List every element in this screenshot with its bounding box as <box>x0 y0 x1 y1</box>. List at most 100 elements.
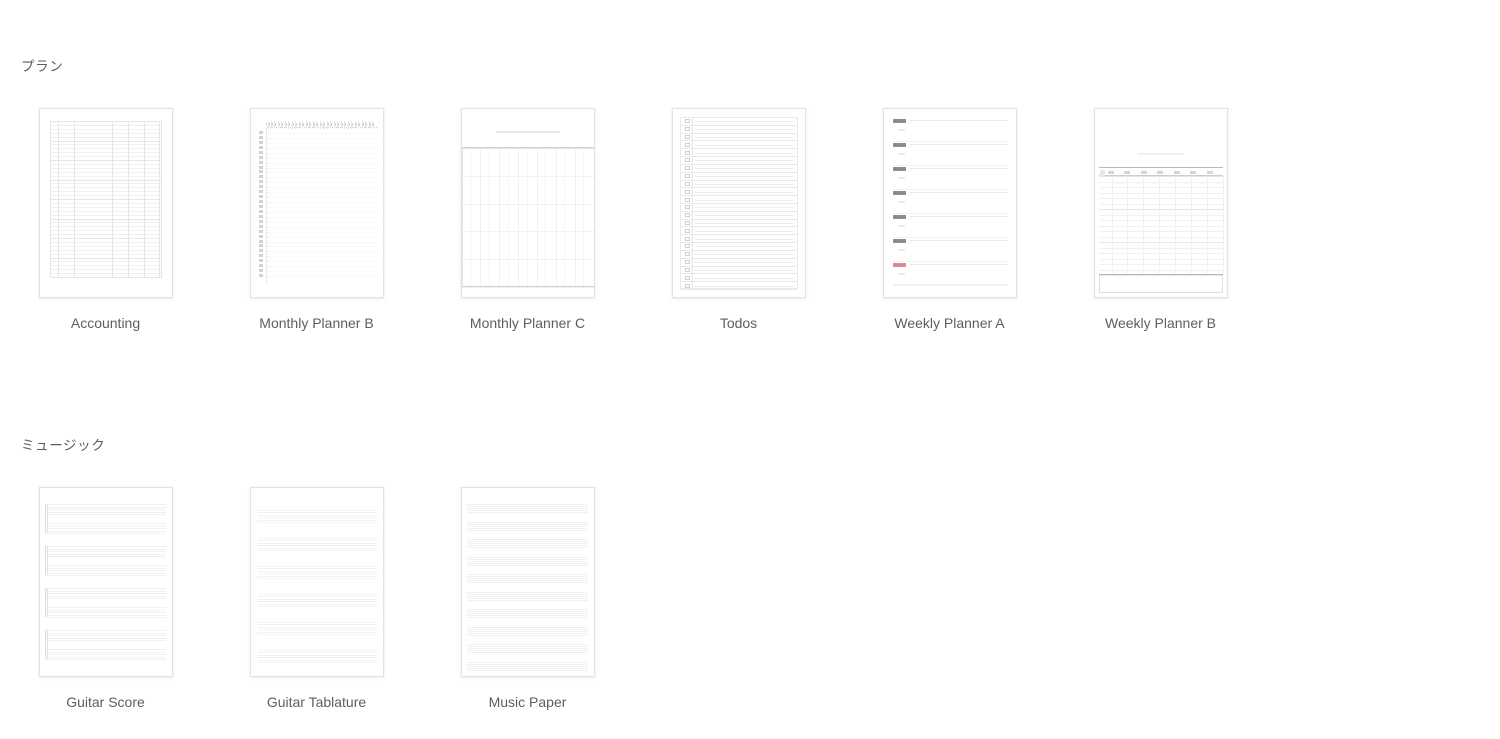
template-thumbnail-guitar-score[interactable] <box>38 487 173 677</box>
ledger-row-rule <box>49 183 162 185</box>
todo-write-line <box>694 262 793 264</box>
template-thumbnail-music-paper[interactable] <box>460 487 595 677</box>
stave-line <box>256 662 377 663</box>
todo-write-line <box>694 215 793 217</box>
stave-line <box>44 630 166 631</box>
template-tile-weekly-planner-b[interactable]: Weekly Planner B <box>1055 108 1266 332</box>
stave-line <box>256 603 377 605</box>
stave-line <box>466 591 588 593</box>
template-tile-music-paper[interactable]: Music Paper <box>422 487 633 711</box>
stave-line <box>256 626 377 628</box>
guitar-tablature-staves <box>256 496 377 668</box>
template-grid-music: Guitar Score Guitar Tablature Music Pape… <box>0 487 633 711</box>
stave-line <box>466 543 588 544</box>
stave-line <box>466 564 588 566</box>
template-label-monthly-planner-c: Monthly Planner C <box>469 315 586 331</box>
todo-write-line <box>694 191 793 193</box>
stave-line <box>466 504 588 505</box>
stave-line <box>256 606 377 607</box>
stave-line <box>466 527 588 529</box>
template-thumbnail-weekly-planner-b[interactable] <box>1093 108 1228 298</box>
template-tile-monthly-planner-c[interactable]: Monthly Planner C <box>422 108 633 332</box>
template-thumbnail-guitar-tablature[interactable] <box>249 487 384 677</box>
stave-line <box>256 517 377 519</box>
stave-line <box>256 522 377 523</box>
monthly-b-row-rule <box>266 157 377 159</box>
stave-line <box>466 506 588 507</box>
stave-line <box>44 635 166 637</box>
calendar-subcolumn-rule <box>469 148 471 287</box>
weekly-planner-b-preview <box>1095 109 1227 297</box>
ledger-row-rule <box>49 206 162 208</box>
stave-line <box>466 521 588 523</box>
todo-checkbox <box>684 275 690 280</box>
template-thumbnail-todos[interactable] <box>671 108 806 298</box>
template-tile-monthly-planner-b[interactable]: Monthly Planner B <box>211 108 422 332</box>
ledger-row-rule <box>49 199 162 200</box>
template-thumbnail-monthly-planner-b[interactable] <box>249 108 384 298</box>
todo-checkbox <box>684 260 690 265</box>
monthly-planner-c-preview <box>461 109 594 297</box>
monthly-b-date-divider <box>368 121 370 129</box>
monthly-b-date-divider <box>267 121 269 129</box>
template-thumbnail-accounting[interactable] <box>38 108 173 298</box>
score-stave-treble <box>44 588 166 600</box>
stave-line <box>44 598 166 600</box>
weekly-b-time-rule <box>1098 253 1223 254</box>
stave-line <box>466 547 588 548</box>
monthly-b-row-rule <box>266 147 377 149</box>
template-tile-accounting[interactable]: Accounting <box>0 108 211 332</box>
todo-checkbox <box>684 166 690 171</box>
monthly-b-row-tick <box>258 200 263 204</box>
stave-line <box>466 634 588 636</box>
music-stave <box>466 556 588 566</box>
ledger-column-rule <box>160 121 162 277</box>
todo-write-line <box>694 285 793 287</box>
monthly-b-date-divider <box>340 121 342 129</box>
todo-checkbox <box>684 213 690 218</box>
weekly-b-day-label <box>1173 171 1180 174</box>
stave-line <box>44 565 166 566</box>
todo-row <box>680 149 797 158</box>
template-thumbnail-weekly-planner-a[interactable] <box>882 108 1017 298</box>
stave-line <box>256 570 377 572</box>
stave-line <box>466 510 588 511</box>
template-thumbnail-monthly-planner-c[interactable] <box>460 108 595 298</box>
template-label-todos: Todos <box>719 315 758 331</box>
stave-line <box>44 556 166 558</box>
stave-line <box>466 661 588 663</box>
monthly-b-row-tick <box>258 239 263 243</box>
stave-line <box>466 574 588 575</box>
monthly-c-footer <box>461 286 594 297</box>
monthly-b-date-divider <box>326 121 328 129</box>
monthly-b-row-tick <box>258 214 263 218</box>
weekly-b-time-rule <box>1098 198 1223 199</box>
stave-line <box>44 617 166 619</box>
monthly-b-row-tick <box>258 219 263 223</box>
ledger-row-rule <box>49 277 162 278</box>
stave-line <box>256 568 377 570</box>
template-tile-guitar-tablature[interactable]: Guitar Tablature <box>211 487 422 711</box>
stave-line <box>44 506 166 508</box>
template-tile-todos[interactable]: Todos <box>633 108 844 332</box>
todo-row <box>680 220 797 228</box>
calendar-column-rule <box>480 148 482 287</box>
weekly-a-day-label <box>892 215 906 219</box>
todo-write-line <box>694 246 793 248</box>
stave-line <box>44 509 166 511</box>
template-tile-guitar-score[interactable]: Guitar Score <box>0 487 211 711</box>
stave-line <box>466 652 588 653</box>
stave-line <box>466 650 588 651</box>
stave-line <box>256 598 377 600</box>
calendar-subcolumn-rule <box>564 148 566 287</box>
template-tile-weekly-planner-a[interactable]: Weekly Planner A <box>844 108 1055 332</box>
todo-checkbox <box>684 150 690 155</box>
calendar-column-rule <box>499 148 501 287</box>
todo-row <box>680 251 797 259</box>
stave-line <box>466 558 588 560</box>
stave-line <box>466 648 588 649</box>
stave-line <box>256 629 377 631</box>
stave-line <box>44 612 166 614</box>
stave-line <box>256 550 377 551</box>
todo-checkbox <box>684 228 690 233</box>
